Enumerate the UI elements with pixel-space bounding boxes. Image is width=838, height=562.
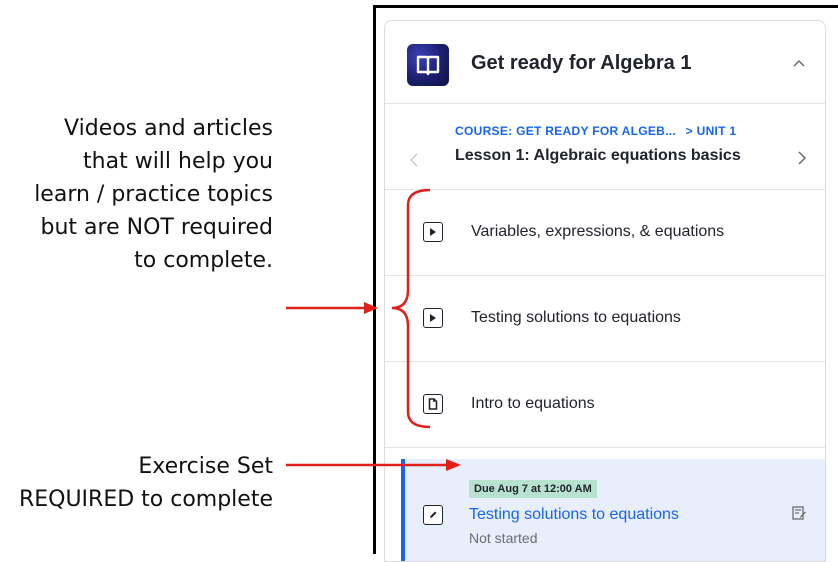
annotation-line: that will help you [83,149,273,174]
list-item[interactable]: Variables, expressions, & equations [385,190,825,276]
annotation-line: but are NOT required [40,215,273,240]
item-label: Variables, expressions, & equations [471,223,725,240]
exercise-item[interactable]: Due Aug 7 at 12:00 AM Testing solutions … [401,459,825,561]
item-label: Intro to equations [471,395,595,412]
play-icon [423,222,443,242]
breadcrumb-course[interactable]: COURSE: GET READY FOR ALGEB... [455,124,676,138]
chevron-right-icon[interactable] [797,150,807,166]
lesson-title: Lesson 1: Algebraic equations basics [455,147,741,164]
item-label: Testing solutions to equations [471,309,681,326]
exercise-title[interactable]: Testing solutions to equations [469,506,679,524]
play-icon [423,308,443,328]
chevron-up-icon[interactable] [791,55,807,71]
annotation-required: Exercise Set REQUIRED to complete [3,450,273,516]
exercise-status: Not started [469,530,538,546]
course-card: Get ready for Algebra 1 COURSE: GET READ… [384,20,826,562]
due-badge: Due Aug 7 at 12:00 AM [469,480,597,498]
lesson-nav: COURSE: GET READY FOR ALGEB... > UNIT 1 … [385,104,825,190]
breadcrumb: COURSE: GET READY FOR ALGEB... > UNIT 1 [455,124,736,138]
course-header[interactable]: Get ready for Algebra 1 [385,21,825,104]
breadcrumb-unit[interactable]: > UNIT 1 [686,124,737,138]
article-icon [423,394,443,414]
list-item[interactable]: Intro to equations [385,362,825,448]
pencil-icon [423,505,443,525]
annotation-optional: Videos and articles that will help you l… [3,112,273,277]
list-item[interactable]: Testing solutions to equations [385,276,825,362]
chevron-left-icon[interactable] [409,152,419,168]
annotation-line: Exercise Set [138,454,273,479]
annotation-line: to complete. [134,248,273,273]
course-title: Get ready for Algebra 1 [471,52,692,74]
edit-note-icon[interactable] [791,505,807,521]
course-panel: Get ready for Algebra 1 COURSE: GET READ… [373,5,838,562]
book-icon [407,44,449,86]
annotation-line: REQUIRED to complete [18,487,273,512]
annotation-line: learn / practice topics [34,182,273,207]
annotation-line: Videos and articles [64,116,273,141]
